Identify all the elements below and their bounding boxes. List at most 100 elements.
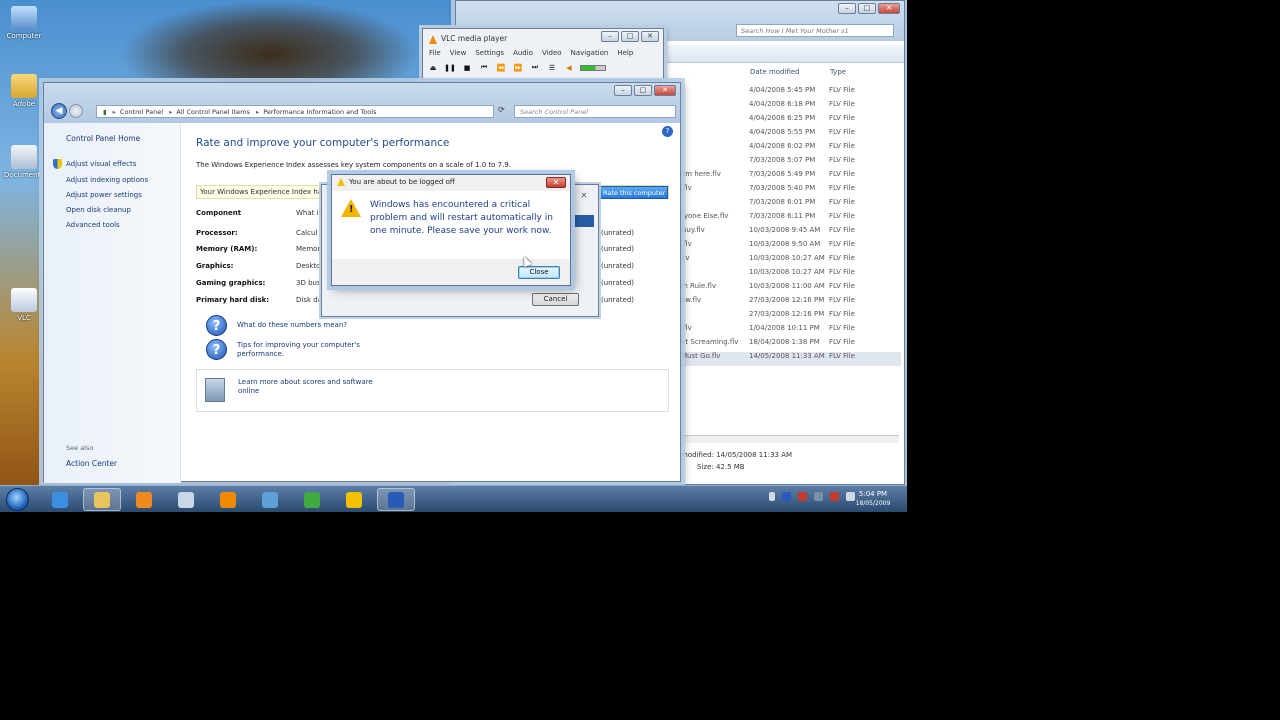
link-learn-more[interactable]: Learn more about scores and software onl… [238, 378, 388, 396]
horizontal-scrollbar[interactable] [681, 435, 899, 443]
file-row[interactable]: 10/03/2008 10:27 AM FLV File [681, 268, 901, 282]
sidebar-item-power[interactable]: Adjust power settings [66, 191, 142, 199]
taskbar-button[interactable] [83, 488, 121, 511]
forward-icon[interactable]: ⏩ [512, 64, 524, 72]
playlist-icon[interactable]: ☰ [546, 64, 558, 72]
file-row[interactable]: m Rule.flv 10/03/2008 11:00 AM FLV File [681, 282, 901, 296]
file-row[interactable]: 4/04/2008 5:45 PM FLV File [681, 86, 901, 100]
previous-icon[interactable]: ⏮ [478, 63, 490, 72]
tray-app-icon[interactable] [782, 492, 791, 501]
taskbar-button[interactable] [293, 488, 331, 511]
file-row[interactable]: 4/04/2008 5:55 PM FLV File [681, 128, 901, 142]
desktop-icon-documents[interactable]: Documents [1, 145, 47, 179]
file-row[interactable]: 27/03/2008 12:16 PM FLV File [681, 310, 901, 324]
maximize-button[interactable]: □ [858, 3, 876, 14]
file-row[interactable]: ryone Else.flv 7/03/2008 6:11 PM FLV File [681, 212, 901, 226]
start-button[interactable] [6, 488, 29, 511]
file-row[interactable]: .flv 10/03/2008 9:50 AM FLV File [681, 240, 901, 254]
taskbar-button[interactable] [41, 488, 79, 511]
volume-icon[interactable]: ◀ [563, 64, 575, 72]
column-date-modified[interactable]: Date modified [750, 68, 800, 76]
rate-computer-button[interactable]: Rate this computer [598, 186, 668, 199]
taskbar-button[interactable] [209, 488, 247, 511]
rewind-icon[interactable]: ⏪ [495, 64, 507, 72]
stop-icon[interactable]: ■ [461, 64, 473, 72]
desktop-icon-shortcut[interactable]: VLC [1, 288, 47, 322]
taskbar-button[interactable] [125, 488, 163, 511]
sidebar-home-link[interactable]: Control Panel Home [66, 134, 140, 143]
menu-help[interactable]: Help [617, 49, 633, 57]
taskbar-button[interactable] [251, 488, 289, 511]
close-button[interactable]: ✕ [641, 31, 659, 42]
tray-flag-icon[interactable] [798, 492, 807, 501]
close-button[interactable]: ✕ [878, 3, 900, 14]
menu-view[interactable]: View [450, 49, 467, 57]
taskbar-button[interactable] [377, 488, 415, 511]
file-row[interactable]: ow.flv 27/03/2008 12:16 PM FLV File [681, 296, 901, 310]
menu-navigation[interactable]: Navigation [571, 49, 609, 57]
minimize-button[interactable]: – [614, 85, 632, 96]
file-row[interactable]: Must Go.flv 14/05/2008 11:33 AM FLV File [681, 352, 901, 366]
breadcrumb-control-panel[interactable]: Control Panel [120, 108, 163, 116]
file-row[interactable]: om here.flv 7/03/2008 5:49 PM FLV File [681, 170, 901, 184]
menu-file[interactable]: File [429, 49, 441, 57]
column-type[interactable]: Type [830, 68, 846, 76]
help-icon[interactable]: ? [662, 126, 673, 137]
minimize-button[interactable]: – [838, 3, 856, 14]
sidebar-item-visual-effects[interactable]: Adjust visual effects [66, 160, 136, 168]
desktop-icon-folder[interactable]: Adobe [1, 74, 47, 108]
minimize-button[interactable]: – [601, 31, 619, 42]
taskbar-button[interactable] [167, 488, 205, 511]
breadcrumb-performance[interactable]: Performance Information and Tools [263, 108, 376, 116]
sidebar-item-indexing[interactable]: Adjust indexing options [66, 176, 148, 184]
file-row[interactable]: 4/04/2008 6:02 PM FLV File [681, 142, 901, 156]
close-button[interactable]: ✕ [654, 85, 676, 96]
volume-slider[interactable] [580, 64, 606, 71]
action-center-link[interactable]: Action Center [66, 459, 117, 468]
component-score: (unrated) [601, 279, 634, 287]
file-row[interactable]: 4/04/2008 6:25 PM FLV File [681, 114, 901, 128]
maximize-button[interactable]: □ [634, 85, 652, 96]
control-panel-search-input[interactable]: Search Control Panel [514, 105, 676, 118]
sidebar-item-disk-cleanup[interactable]: Open disk cleanup [66, 206, 131, 214]
logoff-alert-dialog[interactable]: You are about to be logged off ✕ ! Windo… [331, 174, 571, 286]
explorer-search-input[interactable]: Search How I Met Your Mother s1 [736, 24, 894, 37]
file-row[interactable]: 4/04/2008 6:18 PM FLV File [681, 100, 901, 114]
file-row[interactable]: 7/03/2008 6:01 PM FLV File [681, 198, 901, 212]
refresh-icon[interactable]: ⟳ [498, 105, 505, 114]
menu-settings[interactable]: Settings [475, 49, 504, 57]
pause-icon[interactable]: ❚❚ [444, 64, 456, 72]
tray-expand-icon[interactable] [769, 492, 775, 501]
file-row[interactable]: flv 10/03/2008 10:27 AM FLV File [681, 254, 901, 268]
file-row[interactable]: ut Screaming.flv 18/04/2008 1:38 PM FLV Fi… [681, 338, 901, 352]
back-button[interactable]: ◀ [51, 103, 67, 119]
link-what-numbers-mean[interactable]: What do these numbers mean? [237, 321, 347, 330]
clock[interactable]: 5:04 PM 18/05/2009 [848, 489, 898, 509]
vlc-window[interactable]: VLC media player – □ ✕ File View Setting… [422, 28, 664, 80]
help-question-icon: ? [206, 315, 227, 336]
close-button[interactable]: Close [518, 266, 560, 279]
tray-alert-icon[interactable] [830, 492, 839, 501]
breadcrumb-all-items[interactable]: All Control Panel Items [176, 108, 249, 116]
address-bar[interactable]: ▮ ▸ Control Panel ▸ All Control Panel Item… [96, 105, 494, 118]
tray-network-icon[interactable] [814, 492, 823, 501]
menu-audio[interactable]: Audio [513, 49, 533, 57]
close-icon[interactable]: ✕ [546, 177, 566, 188]
maximize-button[interactable]: □ [621, 31, 639, 42]
link-tips-improving[interactable]: Tips for improving your computer's perfo… [237, 341, 377, 359]
file-row[interactable]: 7/03/2008 5:07 PM FLV File [681, 156, 901, 170]
next-icon[interactable]: ⏭ [529, 63, 541, 72]
cancel-button[interactable]: Cancel [532, 293, 579, 306]
desktop-icon-computer[interactable]: Computer [1, 6, 47, 40]
sidebar-item-advanced-tools[interactable]: Advanced tools [66, 221, 120, 229]
forward-button[interactable] [69, 104, 83, 118]
menu-video[interactable]: Video [542, 49, 562, 57]
taskbar-button[interactable] [335, 488, 373, 511]
file-name: flv [681, 254, 690, 262]
close-icon[interactable]: ✕ [576, 191, 592, 202]
file-row[interactable]: .flv 7/03/2008 5:40 PM FLV File [681, 184, 901, 198]
file-type: FLV File [829, 226, 855, 234]
file-row[interactable]: .flv 1/04/2008 10:11 PM FLV File [681, 324, 901, 338]
eject-icon[interactable]: ⏏ [427, 64, 439, 72]
file-row[interactable]: Guy.flv 10/03/2008 9:45 AM FLV File [681, 226, 901, 240]
